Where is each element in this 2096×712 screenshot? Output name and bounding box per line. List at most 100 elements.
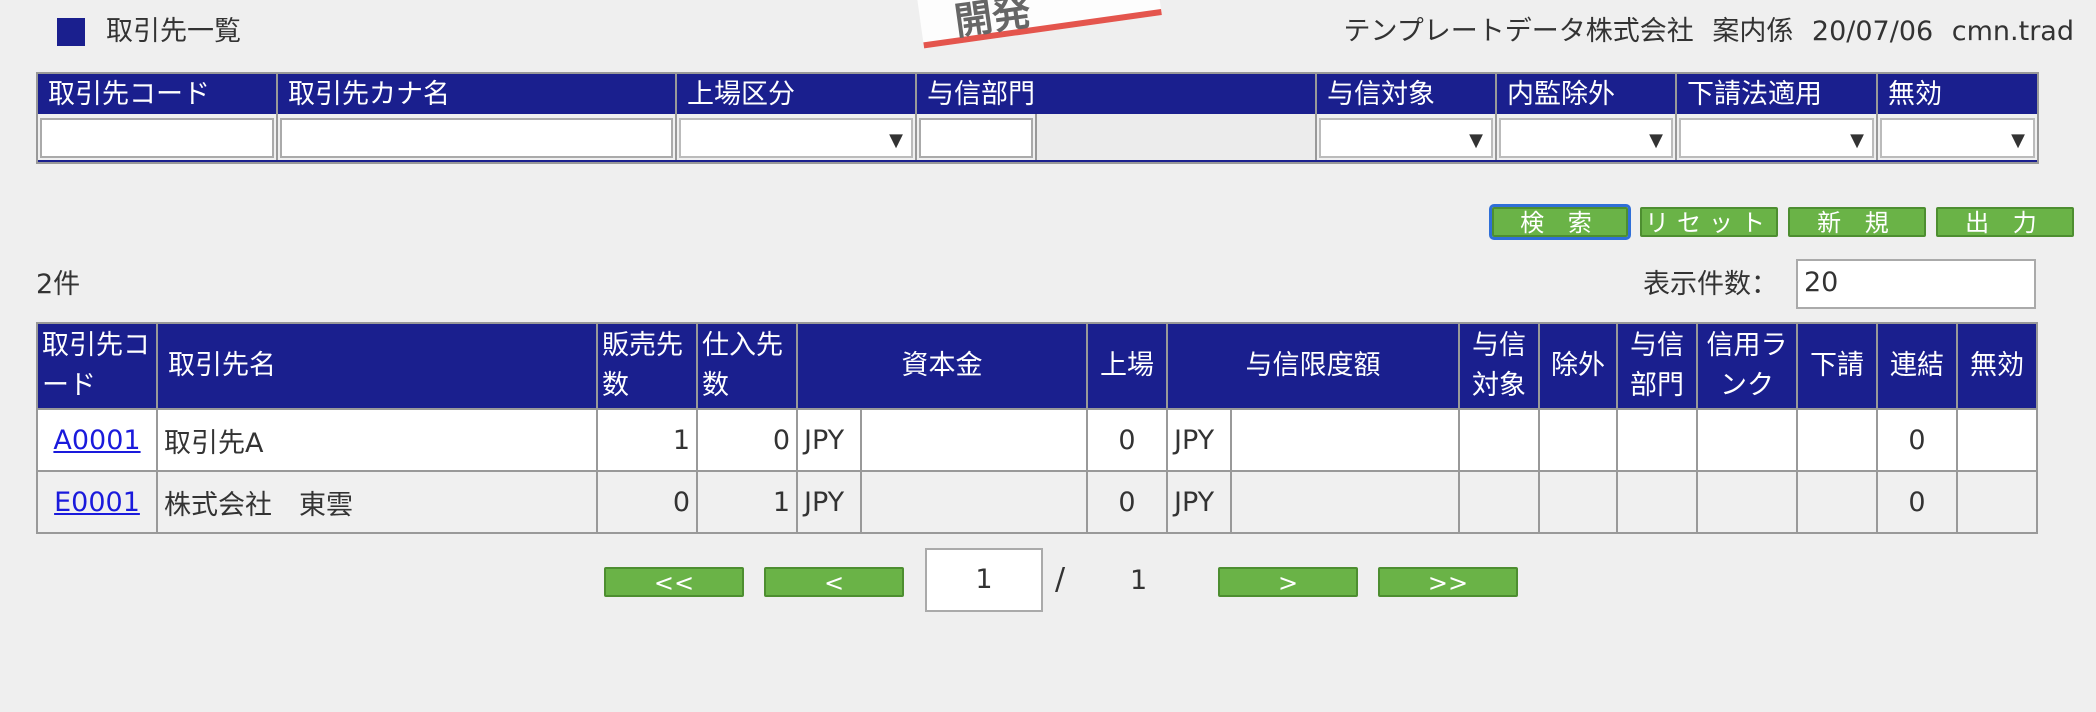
subcontract-cell [1796,470,1878,534]
credit-dept-cell [1616,470,1698,534]
kana-input[interactable] [280,118,673,158]
credit-currency-cell: JPY [1166,408,1232,472]
consolidated-cell: 0 [1876,408,1958,472]
col-header-subcontract: 下請 [1796,322,1878,410]
chevron-down-icon: ▼ [1850,130,1864,151]
chevron-down-icon: ▼ [1649,130,1663,151]
search-header-listing: 上場区分 [677,74,917,114]
invalid-select[interactable]: ▼ [1880,118,2035,158]
capital-currency-cell: JPY [796,470,862,534]
dev-stamp: 開発 [914,0,1162,49]
col-header-excluded: 除外 [1538,322,1618,410]
col-header-capital: 資本金 [796,322,1088,410]
sales-count-cell: 0 [596,470,698,534]
capital-currency-cell: JPY [796,408,862,472]
search-cell-credit-dept [917,114,1037,160]
col-header-code: 取引先コード [36,322,158,410]
search-header-code: 取引先コード [38,74,278,114]
search-cell-code [38,114,278,160]
col-header-listed: 上場 [1086,322,1168,410]
user-info: テンプレートデータ株式会社 案内係 20/07/06 cmn.trad [1344,14,2074,50]
code-cell: A0001 [36,408,158,472]
credit-rank-cell [1696,408,1798,472]
col-header-credit-limit: 与信限度額 [1166,322,1460,410]
company-name: テンプレートデータ株式会社 [1343,16,1694,47]
search-cell-subcontract: ▼ [1677,114,1878,160]
search-cell-credit-target: ▼ [1317,114,1497,160]
listed-cell: 0 [1086,408,1168,472]
title-square-icon [57,18,85,46]
current-date: 20/07/06 [1811,16,1934,47]
last-page-button[interactable]: >> [1378,567,1518,597]
search-header-subcontract: 下請法適用 [1677,74,1878,114]
new-button[interactable]: 新 規 [1788,207,1926,237]
chevron-down-icon: ▼ [1469,130,1483,151]
table-row: A0001 取引先A 1 0 JPY 0 JPY 0 [36,408,2038,472]
search-cell-listing: ▼ [677,114,917,160]
next-page-button[interactable]: > [1218,567,1358,597]
credit-amount-cell [1230,408,1460,472]
name-cell: 取引先A [156,408,598,472]
search-header-credit-dept: 与信部門 [917,74,1317,114]
subcontract-select[interactable]: ▼ [1679,118,1874,158]
subcontract-cell [1796,408,1878,472]
user-role: 案内係 [1712,16,1794,47]
excluded-cell [1538,408,1618,472]
chevron-down-icon: ▼ [2011,130,2025,151]
page-number-input[interactable]: 1 [925,548,1043,612]
search-header-kana: 取引先カナ名 [278,74,677,114]
prev-page-button[interactable]: < [764,567,904,597]
output-button[interactable]: 出 力 [1936,207,2074,237]
code-input[interactable] [40,118,274,158]
search-header-invalid: 無効 [1888,79,1942,110]
reset-button[interactable]: リセット [1640,207,1778,237]
col-header-purchase-count: 仕入先数 [696,322,798,410]
credit-currency-cell: JPY [1166,470,1232,534]
search-header-audit-exclude: 内監除外 [1497,74,1677,114]
col-header-sales-count: 販売先数 [596,322,698,410]
credit-target-select[interactable]: ▼ [1319,118,1493,158]
purchase-count-cell: 0 [696,408,798,472]
invalid-cell [1956,408,2038,472]
listed-cell: 0 [1086,470,1168,534]
consolidated-cell: 0 [1876,470,1958,534]
table-row: E0001 株式会社 東雲 0 1 JPY 0 JPY 0 [36,470,2038,534]
col-header-consolidated: 連結 [1876,322,1958,410]
page-title: 取引先一覧 [106,16,241,47]
col-header-credit-dept: 与信部門 [1616,322,1698,410]
results-table: 取引先コード 取引先名 販売先数 仕入先数 資本金 上場 与信限度額 与信対象 … [36,322,2038,534]
search-button[interactable]: 検 索 [1489,204,1631,240]
display-count-label: 表示件数： [1643,269,1778,300]
credit-dept-input[interactable] [919,118,1033,158]
excluded-cell [1538,470,1618,534]
purchase-count-cell: 1 [696,470,798,534]
search-header-credit-target: 与信対象 [1317,74,1497,114]
credit-rank-cell [1696,470,1798,534]
display-count-input[interactable]: 20 [1796,259,2036,309]
name-cell: 株式会社 東雲 [156,470,598,534]
col-header-name: 取引先名 [156,322,598,410]
credit-target-cell [1458,470,1540,534]
search-cell-audit-exclude: ▼ [1497,114,1677,160]
code-cell: E0001 [36,470,158,534]
credit-dept-cell [1616,408,1698,472]
invalid-cell [1956,470,2038,534]
search-cell-invalid: ▼ [1878,114,2037,160]
audit-exclude-select[interactable]: ▼ [1499,118,1673,158]
search-form: 取引先コード 取引先カナ名 上場区分 与信部門 与信対象 内監除外 下請法適用 … [36,72,2039,164]
result-count: 2件 [36,269,81,300]
code-link[interactable]: E0001 [54,487,140,518]
code-link[interactable]: A0001 [53,425,140,456]
capital-amount-cell [860,470,1088,534]
col-header-credit-rank: 信用ランク [1696,322,1798,410]
capital-amount-cell [860,408,1088,472]
search-cell-kana [278,114,677,160]
page-total: 1 [1130,565,1148,596]
listing-select[interactable]: ▼ [679,118,913,158]
credit-amount-cell [1230,470,1460,534]
chevron-down-icon: ▼ [889,130,903,151]
first-page-button[interactable]: << [604,567,744,597]
user-id: cmn.trad [1951,16,2074,47]
credit-dept-name-display [1037,114,1317,160]
col-header-credit-target: 与信対象 [1458,322,1540,410]
